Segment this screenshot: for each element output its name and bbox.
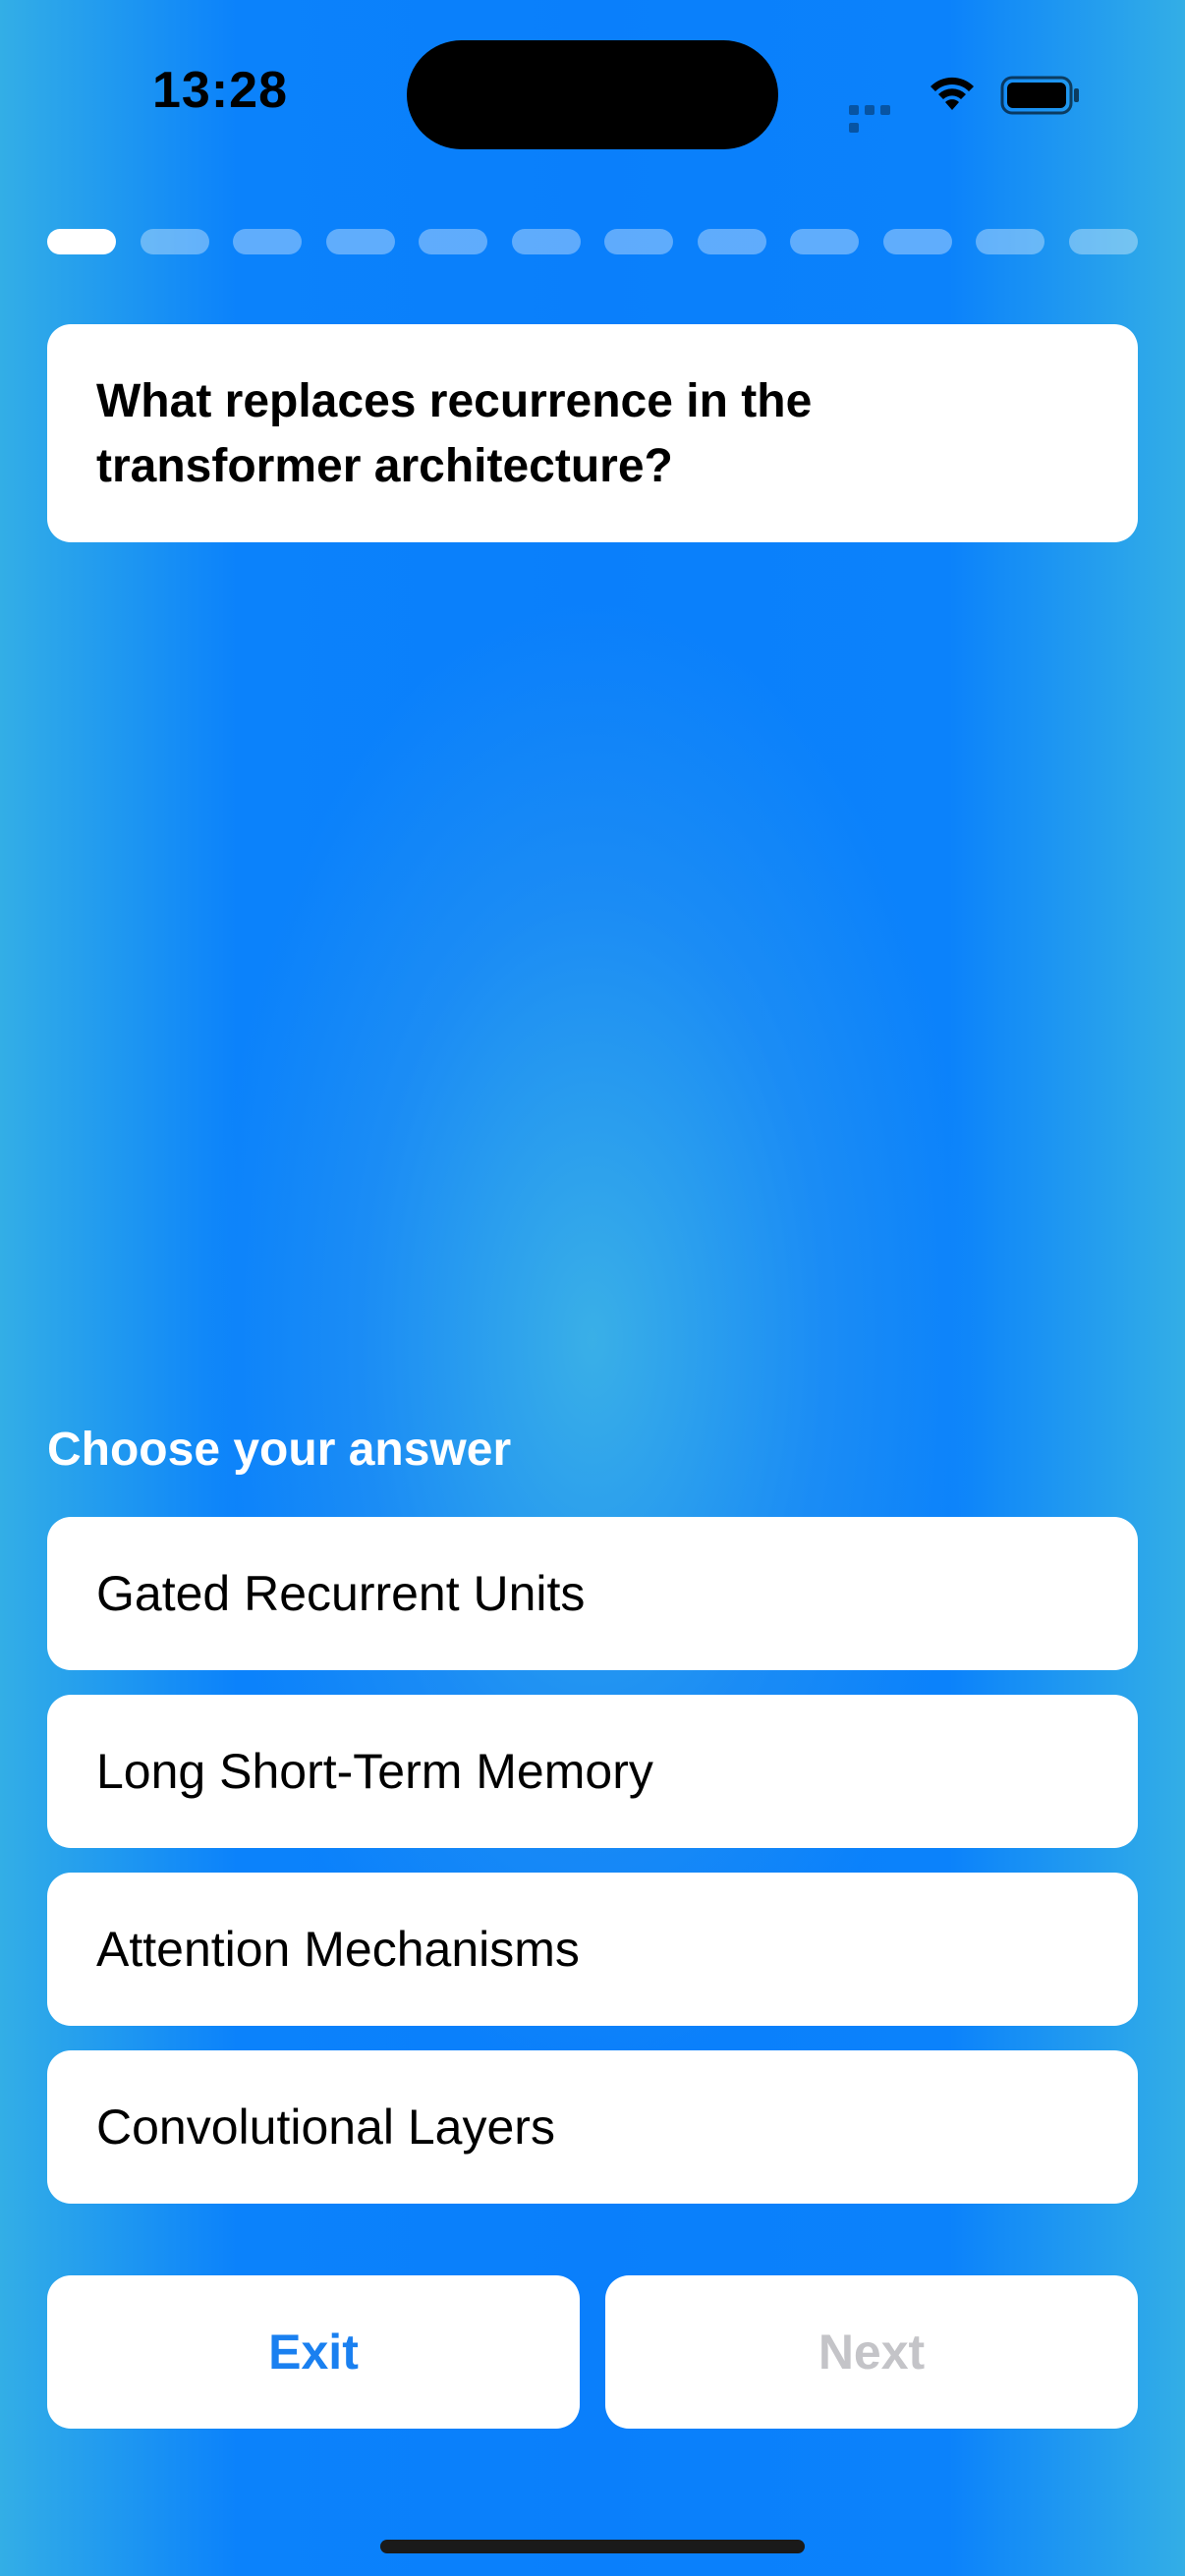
- progress-segment: [604, 229, 674, 254]
- progress-segment: [1068, 229, 1138, 254]
- progress-segment: [419, 229, 488, 254]
- answer-option-4[interactable]: Convolutional Layers: [47, 2050, 1138, 2204]
- progress-segment: [790, 229, 860, 254]
- battery-icon: [1000, 76, 1079, 115]
- home-indicator[interactable]: [380, 2540, 805, 2553]
- progress-segment: [882, 229, 952, 254]
- progress-segment: [511, 229, 581, 254]
- question-text: What replaces recurrence in the transfor…: [96, 375, 813, 492]
- answer-option-1[interactable]: Gated Recurrent Units: [47, 1517, 1138, 1670]
- progress-segment: [697, 229, 766, 254]
- progress-segment: [325, 229, 395, 254]
- answer-option-2[interactable]: Long Short-Term Memory: [47, 1695, 1138, 1848]
- next-button[interactable]: Next: [605, 2275, 1138, 2429]
- dynamic-island: [407, 40, 778, 149]
- progress-segment: [140, 229, 209, 254]
- wifi-icon: [931, 77, 974, 110]
- answer-option-3[interactable]: Attention Mechanisms: [47, 1873, 1138, 2026]
- quiz-progress-bar: [47, 229, 1138, 254]
- progress-segment: [976, 229, 1045, 254]
- cellular-signal-icon: [849, 102, 908, 133]
- exit-button[interactable]: Exit: [47, 2275, 580, 2429]
- progress-segment: [233, 229, 303, 254]
- status-time: 13:28: [152, 62, 288, 119]
- answer-prompt: Choose your answer: [47, 1424, 512, 1476]
- question-card: What replaces recurrence in the transfor…: [47, 324, 1138, 542]
- progress-segment: [47, 229, 116, 254]
